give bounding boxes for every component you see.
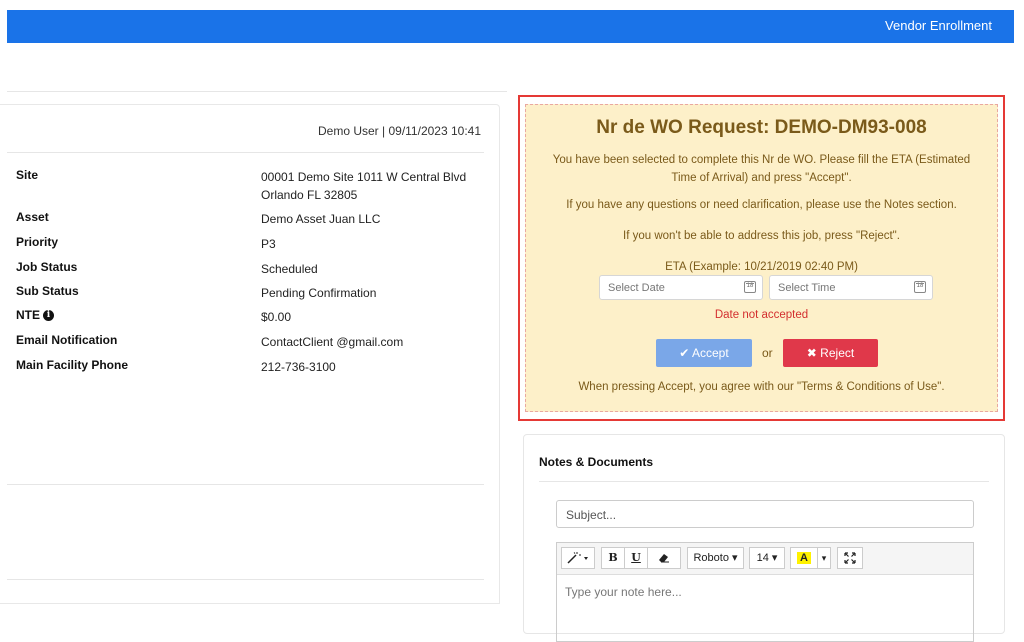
card-divider: [7, 152, 484, 153]
note-editor[interactable]: B U Roboto ▾ 14 ▾ A ▾ Type your note her…: [556, 542, 974, 642]
calendar-icon[interactable]: 18: [744, 281, 756, 293]
bold-button[interactable]: B: [601, 547, 625, 569]
underline-button[interactable]: U: [624, 547, 648, 569]
text-color-dropdown[interactable]: ▾: [817, 547, 831, 569]
detail-value: 212-736-3100: [261, 360, 336, 374]
detail-value: Demo Asset Juan LLC: [261, 212, 381, 226]
note-placeholder: Type your note here...: [565, 585, 682, 599]
nte-label: NTE: [16, 308, 40, 322]
font-size-select[interactable]: 14 ▾: [749, 547, 785, 569]
card-divider: [7, 579, 484, 580]
detail-label: Sub Status: [16, 284, 79, 298]
request-instructions: You have been selected to complete this …: [552, 154, 971, 184]
notes-divider: [539, 481, 989, 482]
calendar-icon[interactable]: 18: [914, 281, 926, 293]
magic-wand-icon[interactable]: [561, 547, 595, 569]
terms-notice: When pressing Accept, you agree with our…: [578, 381, 945, 393]
card-divider: [7, 484, 484, 485]
time-placeholder: Select Time: [778, 282, 836, 294]
detail-value: Pending Confirmation: [261, 286, 377, 300]
notes-documents-card: Notes & Documents Subject... B U Roboto …: [523, 434, 1005, 642]
detail-value: P3: [261, 237, 276, 251]
detail-label: Email Notification: [16, 333, 118, 347]
accept-button[interactable]: ✔ Accept: [656, 339, 752, 367]
info-icon[interactable]: i: [43, 310, 54, 322]
detail-value: 00001 Demo Site 1011 W Central Blvd Orla…: [261, 170, 467, 202]
highlight-color-icon: A: [797, 552, 811, 564]
request-panel-body: Nr de WO Request: DEMO-DM93-008 You have…: [525, 104, 998, 412]
text-color-button[interactable]: A: [790, 547, 818, 569]
detail-label: Asset: [16, 210, 49, 224]
notes-title: Notes & Documents: [539, 455, 654, 469]
eta-time-input[interactable]: Select Time 18: [769, 275, 933, 300]
subject-placeholder: Subject...: [566, 508, 617, 522]
request-reject-hint: If you won't be able to address this job…: [623, 230, 900, 242]
detail-label: Site: [16, 168, 39, 182]
created-by-timestamp: Demo User | 09/11/2023 10:41: [318, 124, 481, 138]
top-navbar: Vendor Enrollment: [7, 10, 1014, 43]
request-notes-hint: If you have any questions or need clarif…: [566, 199, 957, 211]
date-placeholder: Select Date: [608, 282, 665, 294]
or-separator: or: [762, 346, 773, 360]
detail-label: Priority: [16, 235, 59, 249]
subject-input[interactable]: Subject...: [556, 500, 974, 528]
eta-date-input[interactable]: Select Date 18: [599, 275, 763, 300]
editor-toolbar: B U Roboto ▾ 14 ▾ A ▾: [557, 543, 973, 575]
vendor-enrollment-link[interactable]: Vendor Enrollment: [885, 18, 992, 33]
font-family-select[interactable]: Roboto ▾: [687, 547, 744, 569]
work-order-details-card: Demo User | 09/11/2023 10:41 Site 00001 …: [0, 104, 500, 604]
work-order-request-panel: Nr de WO Request: DEMO-DM93-008 You have…: [518, 95, 1005, 421]
detail-label: NTE i: [16, 308, 54, 322]
date-error-message: Date not accepted: [714, 309, 809, 321]
detail-label: Main Facility Phone: [16, 358, 129, 372]
detail-label: Job Status: [16, 260, 78, 274]
eta-label: ETA (Example: 10/21/2019 02:40 PM): [665, 261, 858, 273]
section-divider: [7, 91, 507, 92]
reject-button[interactable]: ✖ Reject: [783, 339, 878, 367]
detail-value: ContactClient @gmail.com: [261, 335, 404, 349]
eraser-icon[interactable]: [647, 547, 681, 569]
request-title: Nr de WO Request: DEMO-DM93-008: [596, 117, 927, 138]
detail-value: Scheduled: [261, 262, 318, 276]
detail-value: $0.00: [261, 310, 292, 324]
fullscreen-icon[interactable]: [837, 547, 863, 569]
